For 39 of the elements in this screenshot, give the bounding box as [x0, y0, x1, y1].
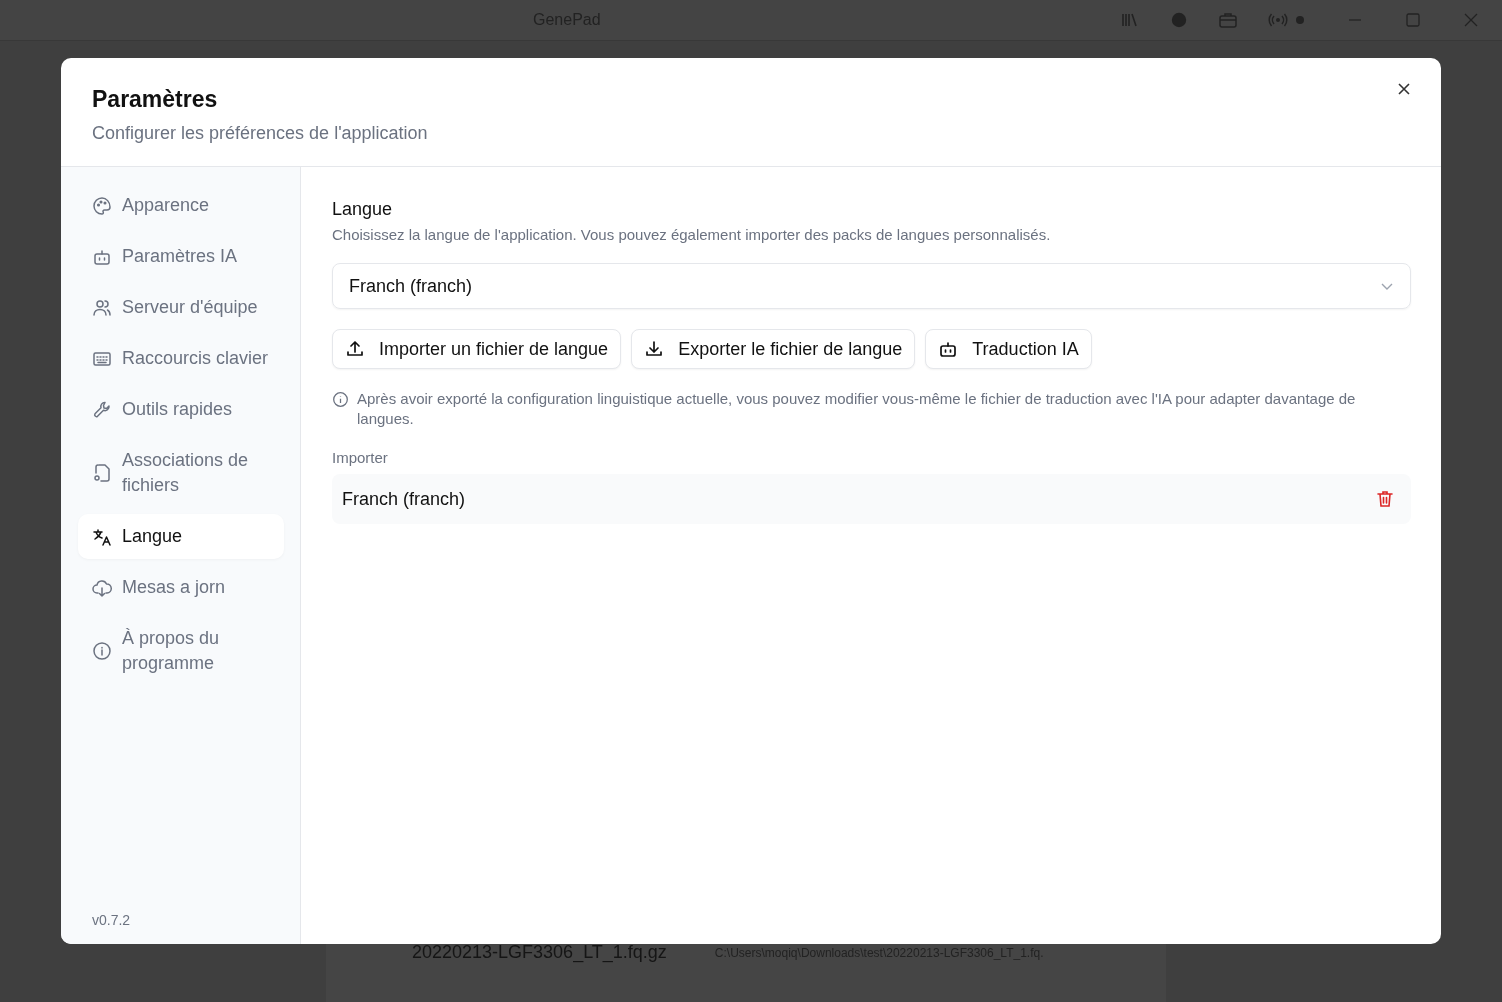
sidebar-item[interactable]: Raccourcis clavier [78, 336, 284, 381]
section-description: Choisissez la langue de l'application. Vous pouvez également importer des packs de langues personnalisés. [332, 226, 1052, 243]
info-icon [92, 641, 112, 661]
maximize-icon[interactable] [1406, 13, 1420, 27]
export-button[interactable]: Exporter le fichier de langue [631, 329, 916, 369]
file-link-icon [92, 463, 112, 483]
trash-icon [1375, 489, 1395, 509]
info-icon [332, 391, 349, 408]
sidebar-item[interactable]: Outils rapides [78, 387, 284, 432]
sidebar-item[interactable]: Paramètres IA [78, 234, 284, 279]
palette-icon [92, 195, 112, 216]
sidebar-item[interactable]: Apparence [78, 183, 284, 228]
briefcase-icon[interactable] [1218, 10, 1238, 30]
close-icon [1397, 82, 1411, 96]
sidebar-item[interactable]: Serveur d'équipe [78, 285, 284, 330]
upload-icon [345, 339, 365, 359]
import-button[interactable]: Importer un fichier de langue [332, 329, 622, 369]
language-select[interactable]: Franch (franch) [332, 263, 1411, 309]
dialog-subtitle: Configurer les préférences de l'application [92, 123, 428, 144]
download-icon [644, 339, 665, 359]
imported-label: Importer [332, 449, 389, 466]
sidebar-item[interactable]: Associations de fichiers [78, 438, 284, 508]
dialog-title: Paramètres [92, 86, 219, 113]
cloud-download-icon [92, 577, 112, 598]
section-title: Langue [332, 199, 394, 220]
language-name: Franch (franch) [342, 488, 466, 510]
sidebar-item[interactable]: Mesas a jorn [78, 565, 284, 610]
delete-button[interactable] [1375, 489, 1395, 509]
robot-icon [938, 339, 959, 359]
status-dot-icon [1296, 16, 1304, 24]
translate-icon [92, 526, 112, 547]
info-note: Après avoir exporté la configuration linguistique actuelle, vous pouvez modifier vous-même le fichier de traduction avec l'IA pour adapter davantage de langues. [357, 389, 1357, 429]
wrench-icon [92, 399, 112, 420]
sidebar-item[interactable]: À propos du programme [78, 616, 284, 686]
sidebar-item[interactable]: Langue [78, 514, 284, 559]
close-icon[interactable] [1464, 13, 1478, 27]
users-icon [92, 297, 112, 318]
version-label: v0.7.2 [91, 912, 132, 928]
ai-translate-button[interactable]: Traduction IA [925, 329, 1092, 369]
